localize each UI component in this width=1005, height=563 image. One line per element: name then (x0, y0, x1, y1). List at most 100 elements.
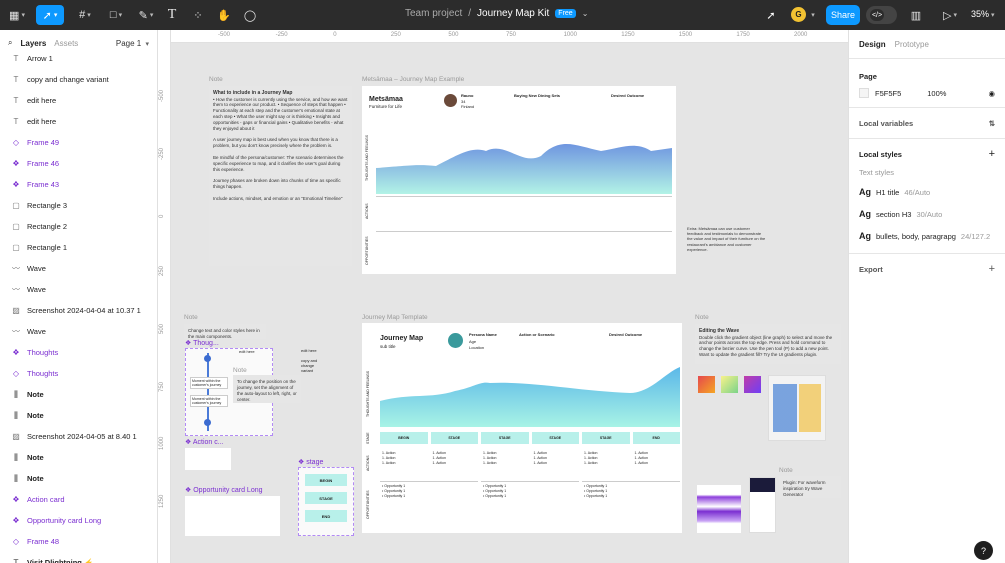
pen-tool-icon[interactable]: ✎ ▾ (134, 5, 158, 25)
action-card-component[interactable] (185, 448, 231, 470)
frame-label-stage[interactable]: ❖ stage (298, 458, 323, 466)
template-wave-graph[interactable] (380, 363, 680, 427)
page-color-swatch[interactable] (859, 88, 869, 98)
frame-label-action[interactable]: ❖ Action c... (185, 438, 224, 446)
frame-tool-icon[interactable]: # ▾ (73, 5, 97, 25)
chevron-down-icon[interactable]: ⌄ (582, 9, 589, 18)
present-icon[interactable]: ▷ ▾ (938, 5, 962, 25)
stage-button[interactable]: STAGE (305, 492, 347, 504)
frame-label-thoughts[interactable]: ❖ Thoug... (185, 339, 219, 347)
layer-item[interactable]: ▢ Rectangle 2 (0, 216, 157, 237)
shape-tool-icon[interactable]: □ ▾ (104, 5, 128, 25)
layer-item[interactable]: Tedit here (0, 111, 157, 132)
layer-item[interactable]: T Arrow 1 (0, 48, 157, 69)
layer-item[interactable]: 〰 Wave (0, 279, 157, 300)
variables-icon[interactable]: ⇅ (989, 119, 995, 128)
dev-mode-toggle[interactable]: </> (866, 6, 897, 24)
page-opacity-value[interactable]: 100% (927, 89, 946, 98)
text-tool-icon[interactable]: T (164, 5, 180, 25)
cursor-icon[interactable]: ➚ (763, 5, 779, 25)
frame-label-note[interactable]: Note (695, 314, 709, 321)
eye-icon[interactable]: ◉ (988, 89, 995, 98)
stage-button[interactable]: END (305, 510, 347, 522)
action-item: 1. Action (432, 460, 446, 465)
layer-item[interactable]: ⫼ Note (0, 468, 157, 489)
note-change-styles[interactable]: Change text and color styles here in the… (184, 324, 266, 339)
layer-item[interactable]: 〰 Wave (0, 321, 157, 342)
opportunity-card-component[interactable] (185, 496, 280, 536)
search-icon[interactable]: ⌕ (8, 38, 12, 48)
file-name[interactable]: Journey Map Kit (477, 8, 549, 19)
text-style-item[interactable]: Ag H1 title 46/Auto (859, 181, 995, 203)
hand-tool-icon[interactable]: ✋ (216, 5, 232, 25)
layer-item[interactable]: 〰 Wave (0, 258, 157, 279)
layer-item[interactable]: ◇ Thoughts (0, 363, 157, 384)
zoom-level[interactable]: 35% ▾ (971, 9, 995, 19)
frame-label-template[interactable]: Journey Map Template (362, 314, 428, 321)
layer-item[interactable]: ❖ Frame 46 (0, 153, 157, 174)
frame-label-note[interactable]: Note (209, 76, 223, 83)
stage-component[interactable]: BEGIN STAGE END (298, 467, 354, 536)
journey-map-example-frame[interactable]: Metsämaa Furniture for Life Rauno 34 Fin… (362, 86, 676, 274)
text-style-item[interactable]: Ag bullets, body, paragrapg 24/127.2 (859, 225, 995, 247)
layer-item[interactable]: ❖ Action card (0, 489, 157, 510)
gradient-swatch[interactable] (698, 376, 715, 393)
main-menu-icon[interactable]: ▦ ▾ (6, 5, 28, 25)
layer-item[interactable]: ⫼ Note (0, 405, 157, 426)
layer-item[interactable]: ▨ Screenshot 2024-04-05 at 8.40 1 (0, 426, 157, 447)
layer-item[interactable]: ▢ Rectangle 3 (0, 195, 157, 216)
frame-label-example[interactable]: Metsämaa – Journey Map Example (362, 76, 464, 83)
tab-layers[interactable]: Layers (20, 39, 46, 48)
tab-assets[interactable]: Assets (54, 39, 78, 48)
persona-avatar (444, 94, 457, 107)
layer-item[interactable]: T Visit Dlightning ⚡ (0, 552, 157, 563)
project-name[interactable]: Team project (405, 8, 462, 19)
frame-label-note[interactable]: Note (779, 467, 793, 474)
avatar[interactable]: G (791, 7, 806, 22)
journey-map-template-frame[interactable]: Journey Map sub title Persona Name Age L… (362, 323, 682, 533)
gradient-swatch[interactable] (744, 376, 761, 393)
layer-item[interactable]: ⫼ Note (0, 384, 157, 405)
example-wave-graph[interactable] (376, 126, 672, 194)
note-change-position[interactable]: To change the position on the journey, s… (233, 375, 301, 403)
local-variables-heading[interactable]: Local variables ⇅ (859, 114, 995, 132)
layer-item[interactable]: Tcopy and change variant (0, 69, 157, 90)
export-heading[interactable]: Export + (859, 260, 995, 278)
note-editing-wave[interactable]: Editing the Wave Double click the gradie… (695, 324, 841, 364)
stage-button[interactable]: BEGIN (305, 474, 347, 486)
frame-label-note[interactable]: Note (184, 314, 198, 321)
library-icon[interactable]: ▥ (908, 5, 924, 25)
frame-label-note[interactable]: Note (233, 367, 247, 374)
layer-item[interactable]: ❖ Frame 43 (0, 174, 157, 195)
comment-tool-icon[interactable]: ◯ (242, 5, 258, 25)
help-button[interactable]: ? (974, 541, 993, 560)
frame-label-opportunity[interactable]: ❖ Opportunity card Long (185, 486, 263, 494)
avatar-chevron-icon[interactable]: ▾ (807, 5, 817, 25)
layer-label: Wave (27, 285, 46, 294)
tab-design[interactable]: Design (859, 40, 886, 49)
add-style-icon[interactable]: + (989, 148, 995, 160)
page-fill-row[interactable]: F5F5F5 100% ◉ (859, 85, 995, 101)
gradient-swatch[interactable] (721, 376, 738, 393)
share-button[interactable]: Share (826, 5, 860, 25)
text-style-item[interactable]: Ag section H3 30/Auto (859, 203, 995, 225)
move-tool-icon[interactable]: ➚ ▾ (36, 5, 64, 25)
layer-item[interactable]: ▢ Rectangle 1 (0, 237, 157, 258)
resources-icon[interactable]: ⁘ (190, 5, 206, 25)
page-color-value[interactable]: F5F5F5 (875, 89, 901, 98)
note-what-to-include[interactable]: What to include in a Journey Map • How t… (209, 86, 352, 266)
layer-item[interactable]: ❖ Opportunity card Long (0, 510, 157, 531)
layer-item[interactable]: ⫼ Note (0, 447, 157, 468)
layer-label: Rectangle 3 (27, 201, 68, 210)
canvas[interactable]: -500 -250 0 250 500 750 1000 1250 1500 1750 2000 N… (171, 30, 848, 563)
layer-item[interactable]: ◇ Frame 49 (0, 132, 157, 153)
note-plugin[interactable]: Plugin: For waveform inspiration try Wav… (779, 476, 841, 498)
page-selector[interactable]: Page 1 ▾ (116, 39, 149, 48)
add-export-icon[interactable]: + (989, 263, 995, 275)
layer-item[interactable]: ❖ Thoughts (0, 342, 157, 363)
tab-prototype[interactable]: Prototype (895, 40, 929, 49)
layer-item[interactable]: Tedit here (0, 90, 157, 111)
template-row-stage: STAGE (366, 432, 370, 444)
layer-item[interactable]: ◇ Frame 48 (0, 531, 157, 552)
layer-item[interactable]: ▨ Screenshot 2024-04-04 at 10.37 1 (0, 300, 157, 321)
